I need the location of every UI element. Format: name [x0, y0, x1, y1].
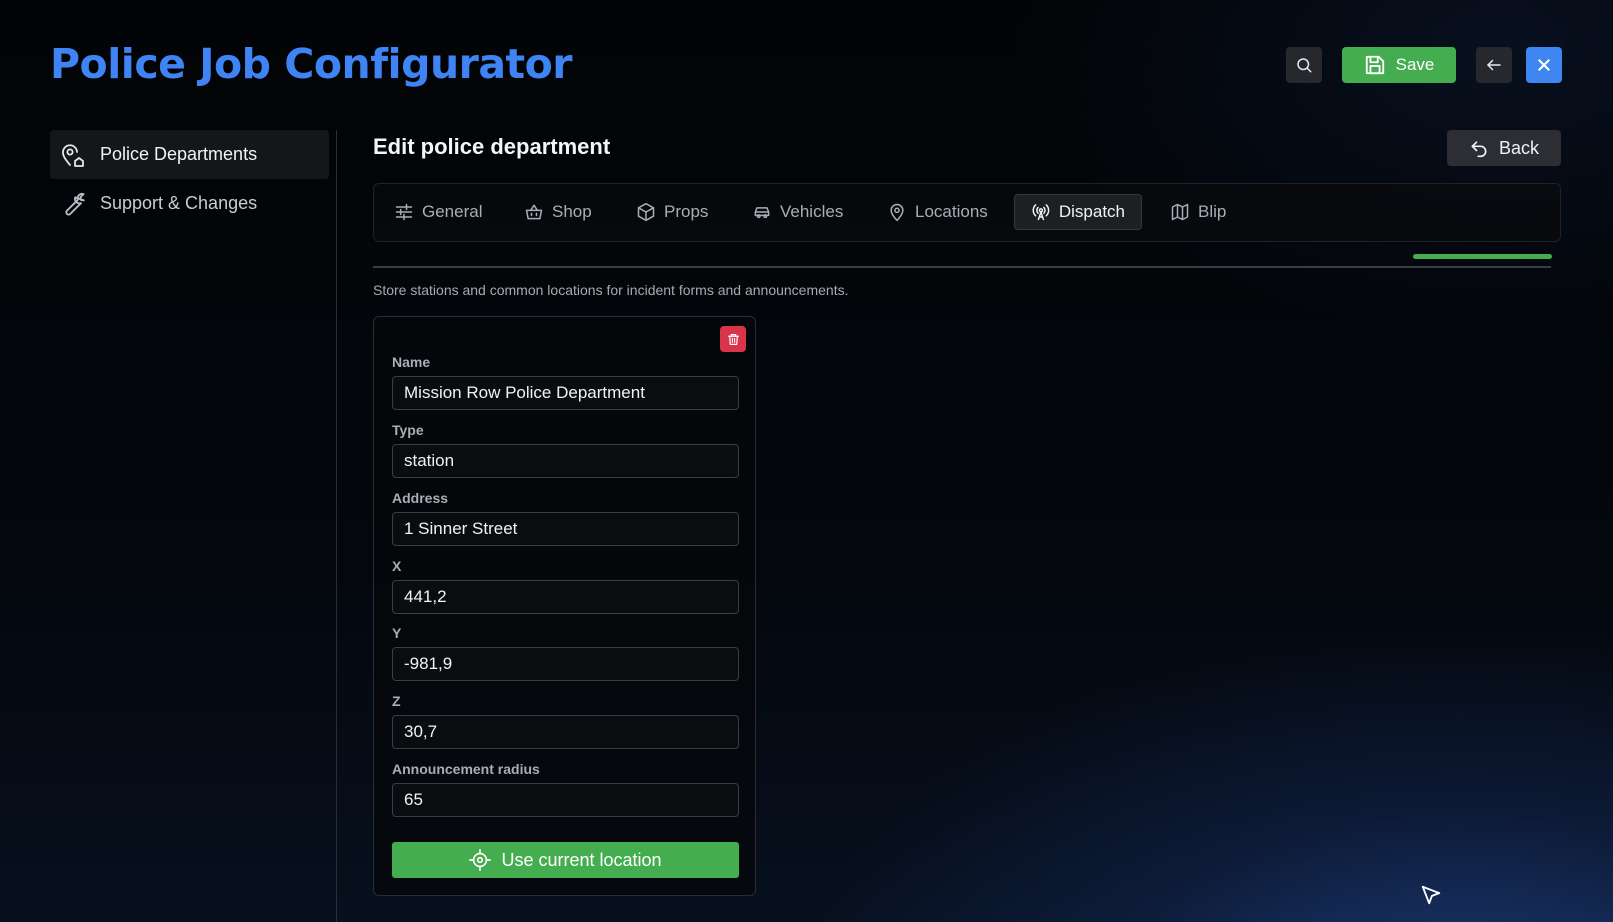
sidebar-item-label: Police Departments [100, 144, 258, 164]
name-label: Name [392, 354, 431, 370]
y-input[interactable] [392, 647, 739, 681]
map-icon [1171, 203, 1189, 221]
tab-props[interactable]: Props [620, 194, 724, 230]
tab-label: Locations [915, 202, 988, 221]
car-icon [754, 207, 770, 219]
back-arrow-button[interactable] [1476, 47, 1512, 83]
location-card: Name Type Address X Y Z [373, 316, 756, 896]
sidebar: Police Departments Support & Changes [50, 130, 329, 228]
tab-label: General [422, 202, 483, 221]
section-description: Store stations and common locations for … [373, 282, 849, 298]
address-field-group: Address [392, 490, 739, 546]
save-label: Save [1395, 55, 1435, 74]
radius-input[interactable] [392, 783, 739, 817]
name-input[interactable] [392, 376, 739, 410]
search-button[interactable] [1286, 47, 1322, 83]
building-pin-icon [62, 143, 84, 167]
delete-location-button[interactable] [720, 326, 746, 352]
use-location-label: Use current location [501, 849, 662, 870]
mouse-cursor-icon [1421, 885, 1441, 905]
app-window: Police Job Configurator Save Police Depa… [0, 0, 1613, 922]
top-actions: Save [1286, 47, 1562, 83]
trash-icon [727, 333, 739, 345]
app-title: Police Job Configurator [50, 40, 573, 88]
tab-label: Shop [552, 202, 592, 221]
tab-locations[interactable]: Locations [871, 194, 1004, 230]
sidebar-item-label: Support & Changes [100, 193, 258, 213]
back-label: Back [1498, 137, 1540, 158]
search-icon [1297, 58, 1312, 73]
back-button[interactable]: Back [1447, 130, 1561, 166]
address-input[interactable] [392, 512, 739, 546]
close-button[interactable] [1526, 47, 1562, 83]
sidebar-item-support-changes[interactable]: Support & Changes [50, 179, 329, 228]
tab-shop[interactable]: Shop [508, 194, 608, 230]
scroll-indicator [1413, 254, 1552, 259]
tab-label: Props [664, 202, 709, 221]
crosshair-icon [469, 849, 492, 871]
name-field-group: Name [392, 354, 739, 410]
z-field-group: Z [392, 693, 739, 749]
radio-tower-icon [1032, 204, 1050, 221]
radius-label: Announcement radius [392, 761, 540, 777]
vertical-divider [336, 130, 337, 922]
z-label: Z [392, 693, 401, 709]
tab-general[interactable]: General [378, 194, 498, 230]
section-divider [373, 266, 1551, 268]
sidebar-item-police-departments[interactable]: Police Departments [50, 130, 329, 179]
save-icon [1365, 55, 1384, 75]
tab-dispatch[interactable]: Dispatch [1014, 194, 1142, 230]
undo-icon [1471, 141, 1487, 158]
sliders-icon [395, 203, 413, 221]
x-label: X [392, 558, 402, 574]
address-label: Address [392, 490, 449, 506]
basket-icon [525, 204, 543, 220]
map-pin-icon [890, 203, 904, 222]
tab-bar: General Shop Props Vehicles Locations Di… [373, 183, 1561, 242]
type-field-group: Type [392, 422, 739, 478]
type-input[interactable] [392, 444, 739, 478]
y-label: Y [392, 625, 402, 641]
page-title: Edit police department [373, 134, 611, 159]
x-field-group: X [392, 558, 739, 614]
y-field-group: Y [392, 625, 739, 681]
arrow-left-icon [1487, 59, 1501, 71]
box-icon [637, 202, 655, 222]
tab-label: Vehicles [780, 202, 844, 221]
tab-vehicles[interactable]: Vehicles [736, 194, 859, 230]
type-label: Type [392, 422, 424, 438]
x-input[interactable] [392, 580, 739, 614]
tab-label: Blip [1198, 202, 1227, 221]
tab-blip[interactable]: Blip [1154, 194, 1242, 230]
tab-label: Dispatch [1058, 202, 1125, 221]
wrench-icon [65, 192, 85, 216]
z-input[interactable] [392, 715, 739, 749]
save-button[interactable]: Save [1342, 47, 1456, 83]
radius-field-group: Announcement radius [392, 761, 739, 817]
close-icon [1538, 59, 1550, 71]
use-current-location-button[interactable]: Use current location [392, 842, 739, 878]
